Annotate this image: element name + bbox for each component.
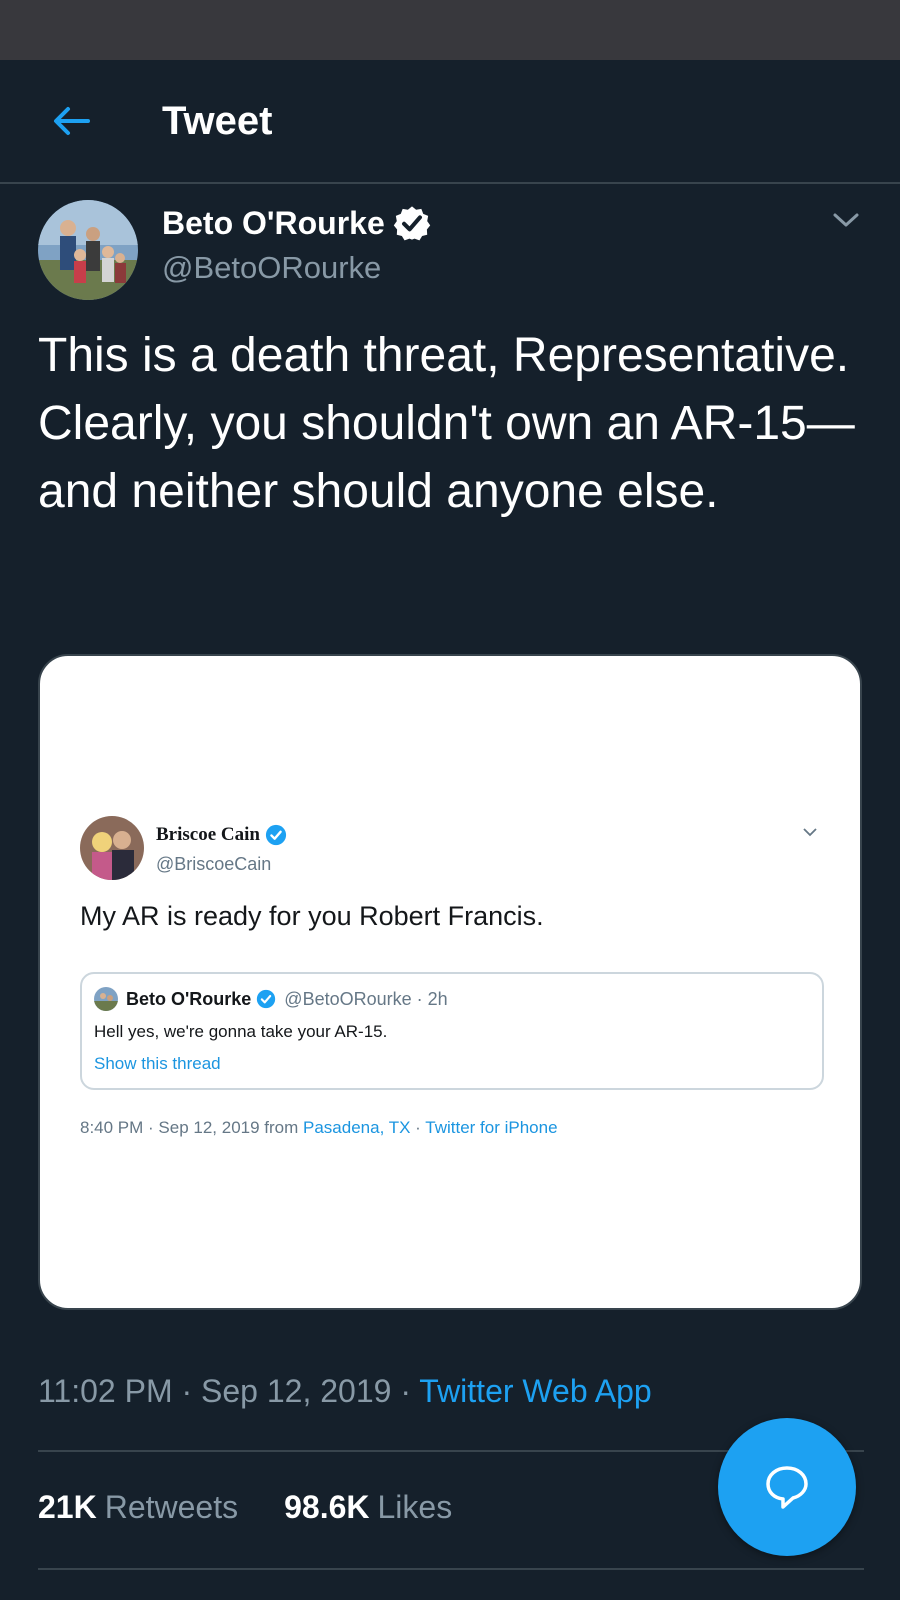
tweet-media-image[interactable]: Briscoe Cain @BriscoeCain My AR is ready…	[38, 654, 862, 1310]
tweet-options-button[interactable]	[826, 200, 866, 240]
page-title: Tweet	[162, 99, 273, 143]
tweet-date: Sep 12, 2019	[201, 1373, 392, 1409]
inner-quote-handle-time: @BetoORourke · 2h	[284, 988, 448, 1009]
retweets-label: Retweets	[104, 1489, 239, 1525]
quoted-meta-time: 8:40 PM · Sep 12, 2019 from	[80, 1118, 304, 1137]
chevron-down-icon	[800, 822, 820, 842]
tweet-source-link[interactable]: Twitter Web App	[419, 1373, 651, 1409]
avatar-photo	[38, 200, 138, 300]
inner-quoted-tweet: Beto O'Rourke @BetoORourke · 2h Hell yes…	[80, 972, 824, 1090]
arrow-left-icon	[54, 107, 90, 135]
meta-separator: ·	[181, 1373, 202, 1409]
quoted-meta-location: Pasadena, TX	[303, 1118, 411, 1137]
chevron-down-icon	[833, 213, 859, 227]
likes-label: Likes	[377, 1489, 453, 1525]
back-button[interactable]	[44, 96, 100, 146]
inner-quote-avatar	[94, 987, 118, 1011]
quoted-tweet-meta: 8:40 PM · Sep 12, 2019 from Pasadena, TX…	[80, 1116, 558, 1140]
tweet-body-text: This is a death threat, Representative. …	[38, 329, 855, 518]
quoted-author-avatar	[80, 816, 144, 880]
quoted-tweet-text: My AR is ready for you Robert Francis.	[80, 901, 544, 931]
top-app-bar: Tweet	[0, 60, 900, 184]
quoted-author-row: Briscoe Cain	[156, 822, 287, 848]
retweets-stat[interactable]: 21K Retweets	[38, 1486, 238, 1528]
retweets-count: 21K	[38, 1489, 97, 1525]
tweet-stats: 21K Retweets 98.6K Likes	[38, 1486, 452, 1528]
status-bar	[0, 0, 900, 60]
author-handle[interactable]: @BetoORourke	[162, 248, 381, 288]
divider	[38, 1568, 864, 1570]
meta-separator: ·	[400, 1373, 420, 1409]
reply-bubble-icon	[766, 1466, 808, 1509]
author-name[interactable]: Beto O'Rourke	[162, 202, 385, 244]
likes-stat[interactable]: 98.6K Likes	[284, 1486, 452, 1528]
likes-count: 98.6K	[284, 1489, 370, 1525]
quoted-author-name: Briscoe Cain	[156, 824, 260, 845]
quoted-author-handle: @BriscoeCain	[156, 854, 272, 874]
verified-badge-icon	[257, 989, 276, 1009]
verified-badge-icon	[393, 206, 430, 241]
quoted-meta-source: Twitter for iPhone	[425, 1118, 558, 1137]
quoted-meta-separator: ·	[410, 1118, 426, 1137]
author-name-row[interactable]: Beto O'Rourke	[162, 202, 431, 244]
verified-badge-icon	[265, 824, 287, 846]
author-avatar[interactable]	[38, 200, 138, 300]
inner-quote-name: Beto O'Rourke	[126, 988, 252, 1009]
show-thread-link: Show this thread	[94, 1054, 221, 1073]
reply-fab-button[interactable]	[718, 1418, 856, 1556]
tweet-meta-row: 11:02 PM · Sep 12, 2019 · Twitter Web Ap…	[38, 1370, 652, 1412]
tweet-time: 11:02 PM	[38, 1373, 173, 1409]
inner-quote-text: Hell yes, we're gonna take your AR-15.	[94, 1022, 388, 1041]
inner-quote-header: Beto O'Rourke @BetoORourke · 2h	[94, 986, 448, 1012]
